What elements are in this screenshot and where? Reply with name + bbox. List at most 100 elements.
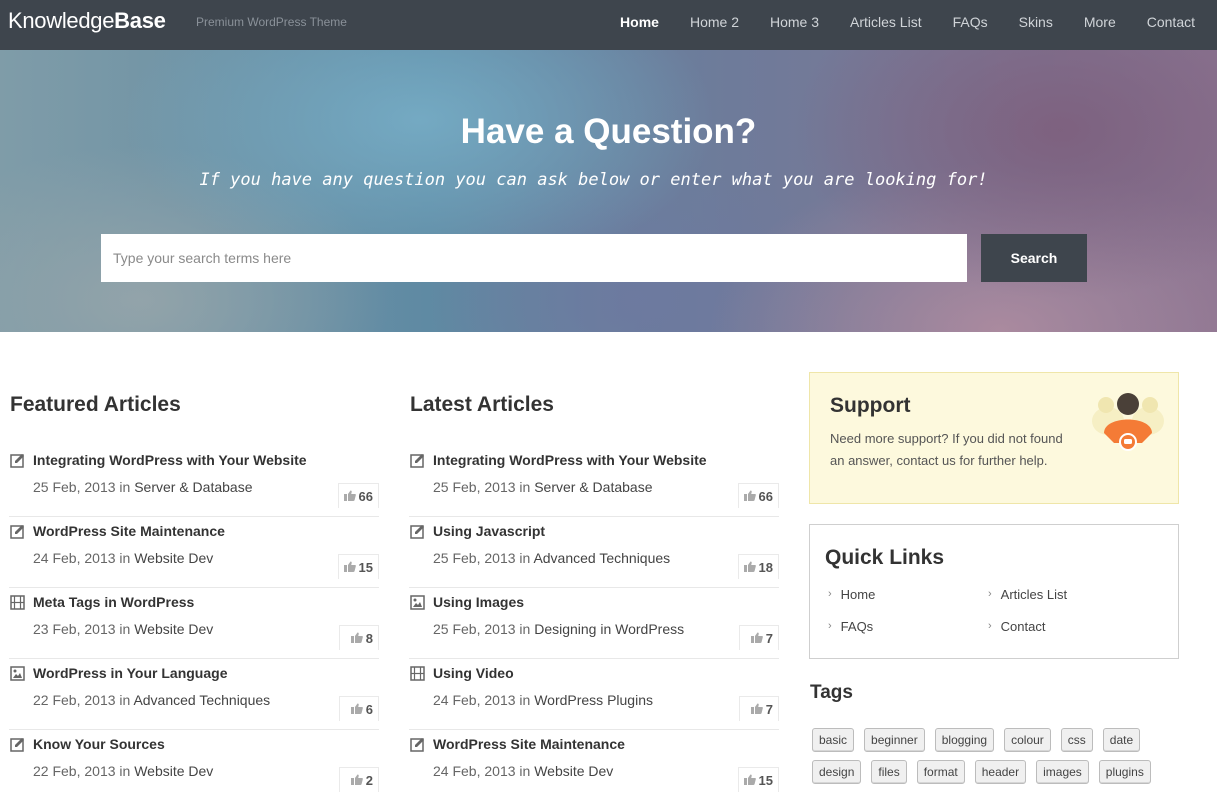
tag-blogging[interactable]: blogging (934, 728, 995, 752)
article-title-link[interactable]: Integrating WordPress with Your Website (33, 452, 307, 468)
article-title-link[interactable]: Meta Tags in WordPress (33, 594, 194, 610)
like-count-badge: 7 (739, 625, 779, 650)
like-count-badge: 15 (737, 767, 779, 792)
article-category-link[interactable]: Advanced Techniques (533, 550, 670, 566)
tag-design[interactable]: design (812, 760, 862, 784)
tag-header[interactable]: header (974, 760, 1027, 784)
quick-link-faqs[interactable]: › FAQs (828, 619, 873, 634)
nav-item-contact[interactable]: Contact (1147, 14, 1195, 30)
nav-item-faqs[interactable]: FAQs (953, 14, 988, 30)
article-meta-in: in (119, 621, 131, 637)
nav-item-home-2[interactable]: Home 2 (690, 14, 739, 30)
article-category-link[interactable]: Website Dev (534, 763, 613, 779)
article-category-link[interactable]: Server & Database (534, 479, 652, 495)
article-meta-in: in (519, 550, 531, 566)
quick-link-home[interactable]: › Home (828, 587, 875, 602)
chevron-right-icon: › (828, 587, 832, 600)
article-meta-in: in (119, 763, 131, 779)
like-count-badge: 2 (339, 767, 379, 792)
article-item: WordPress Site Maintenance 24 Feb, 2013 i… (409, 730, 779, 793)
article-category-link[interactable]: Designing in WordPress (534, 621, 684, 637)
article-category-link[interactable]: Website Dev (134, 550, 213, 566)
article-meta: 24 Feb, 2013 in Website Dev (433, 763, 613, 779)
quick-link-articles-list[interactable]: › Articles List (988, 587, 1067, 602)
article-title-link[interactable]: WordPress Site Maintenance (33, 523, 225, 539)
quick-link-contact[interactable]: › Contact (988, 619, 1045, 634)
like-count-badge: 6 (339, 696, 379, 721)
edit-icon (10, 524, 25, 539)
article-date: 25 Feb, 2013 (433, 479, 516, 495)
article-title-link[interactable]: WordPress in Your Language (33, 665, 227, 681)
site-logo[interactable]: KnowledgeBase (8, 8, 166, 34)
article-title-link[interactable]: Using Javascript (433, 523, 545, 539)
article-date: 24 Feb, 2013 (33, 550, 116, 566)
tag-images[interactable]: images (1036, 760, 1089, 784)
nav-item-skins[interactable]: Skins (1019, 14, 1053, 30)
tag-date[interactable]: date (1102, 728, 1141, 752)
thumbs-up-icon (750, 702, 763, 717)
article-title-link[interactable]: Integrating WordPress with Your Website (433, 452, 707, 468)
search-button[interactable]: Search (981, 234, 1087, 282)
nav-item-home-3[interactable]: Home 3 (770, 14, 819, 30)
nav-item-more[interactable]: More (1084, 14, 1116, 30)
tag-basic[interactable]: basic (812, 728, 855, 752)
article-item: Integrating WordPress with Your Website 2… (9, 446, 379, 517)
latest-articles-list: Integrating WordPress with Your Website 2… (409, 446, 779, 793)
article-meta: 24 Feb, 2013 in WordPress Plugins (433, 692, 653, 708)
article-title-link[interactable]: WordPress Site Maintenance (433, 736, 625, 752)
article-meta-in: in (519, 621, 531, 637)
article-meta-in: in (119, 550, 131, 566)
edit-icon (10, 737, 25, 752)
article-category-link[interactable]: Server & Database (134, 479, 252, 495)
article-date: 25 Feb, 2013 (433, 550, 516, 566)
latest-articles-heading: Latest Articles (410, 393, 554, 416)
article-title-link[interactable]: Using Images (433, 594, 524, 610)
article-meta: 23 Feb, 2013 in Website Dev (33, 621, 213, 637)
video-icon (10, 595, 25, 610)
article-category-link[interactable]: Website Dev (134, 763, 213, 779)
article-meta-in: in (119, 692, 131, 708)
quick-link-label: Contact (1000, 619, 1046, 634)
article-date: 24 Feb, 2013 (433, 692, 516, 708)
article-meta: 25 Feb, 2013 in Server & Database (433, 479, 653, 495)
quick-links-heading: Quick Links (825, 546, 945, 569)
article-category-link[interactable]: WordPress Plugins (534, 692, 653, 708)
like-count: 66 (358, 488, 373, 504)
edit-icon (410, 453, 425, 468)
article-category-link[interactable]: Website Dev (134, 621, 213, 637)
tag-files[interactable]: files (871, 760, 907, 784)
nav-item-articles-list[interactable]: Articles List (850, 14, 922, 30)
like-count: 2 (365, 772, 373, 788)
logo-light: Knowledge (8, 8, 115, 33)
thumbs-up-icon (350, 702, 363, 717)
tag-colour[interactable]: colour (1004, 728, 1051, 752)
article-meta: 25 Feb, 2013 in Advanced Techniques (433, 550, 670, 566)
article-item: Integrating WordPress with Your Website 2… (409, 446, 779, 517)
like-count: 7 (765, 701, 773, 717)
like-count: 66 (758, 488, 773, 504)
article-title-link[interactable]: Know Your Sources (33, 736, 165, 752)
search-input[interactable] (101, 234, 967, 282)
article-meta: 22 Feb, 2013 in Advanced Techniques (33, 692, 270, 708)
article-meta: 24 Feb, 2013 in Website Dev (33, 550, 213, 566)
tag-beginner[interactable]: beginner (864, 728, 925, 752)
support-agent-icon (1092, 391, 1164, 457)
image-icon (10, 666, 25, 681)
nav-item-home[interactable]: Home (620, 14, 659, 30)
site-tagline: Premium WordPress Theme (196, 15, 347, 29)
support-text: Need more support? If you did not found … (830, 431, 1063, 468)
tag-css[interactable]: css (1060, 728, 1093, 752)
chevron-right-icon: › (828, 619, 832, 632)
thumbs-up-icon (750, 631, 763, 646)
article-meta-in: in (519, 763, 531, 779)
tag-format[interactable]: format (916, 760, 965, 784)
article-item: Meta Tags in WordPress 23 Feb, 2013 in We… (9, 588, 379, 659)
article-meta-in: in (119, 479, 131, 495)
like-count: 8 (365, 630, 373, 646)
main-nav: Home Home 2 Home 3 Articles List FAQs Sk… (589, 14, 1195, 30)
article-title-link[interactable]: Using Video (433, 665, 514, 681)
article-category-link[interactable]: Advanced Techniques (133, 692, 270, 708)
tag-plugins[interactable]: plugins (1098, 760, 1151, 784)
article-item: Using Images 25 Feb, 2013 in Designing in… (409, 588, 779, 659)
article-date: 23 Feb, 2013 (33, 621, 116, 637)
